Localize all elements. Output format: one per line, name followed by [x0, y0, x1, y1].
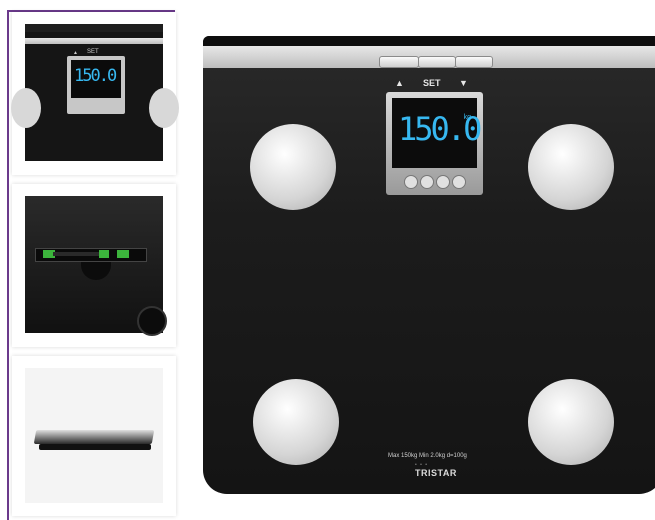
thumbnail-1-image: ▲ SET 150.0: [11, 24, 179, 161]
profile-button-3-icon: [436, 175, 450, 189]
thumb-set-label: SET: [87, 49, 99, 55]
electrode-pad-top-left: [250, 124, 336, 210]
display-unit: kg: [463, 114, 471, 121]
scale-button-right: [455, 56, 493, 68]
scale-top-edge: [203, 36, 655, 46]
electrode-pad-top-right: [528, 124, 614, 210]
thumb-display-value: 150.0: [74, 66, 117, 86]
scale-button-center: [418, 56, 456, 68]
brand-logo: TRISTAR: [415, 468, 457, 478]
profile-button-4-icon: [452, 175, 466, 189]
capacity-spec-text: Max 150kg Min 2.0kg d=100g: [388, 453, 467, 459]
profile-button-1-icon: [404, 175, 418, 189]
set-label: SET: [423, 78, 441, 88]
main-product-image: ▲ SET ▼ 150.0 kg Max 150kg Min 2.0kg d=1…: [203, 36, 655, 494]
thumbnail-3-image: [25, 368, 163, 503]
up-arrow-icon: ▲: [395, 78, 404, 88]
display-frame: 150.0 kg: [386, 92, 483, 195]
thumbnail-2[interactable]: [12, 184, 176, 347]
thumbnail-2-image: [25, 196, 167, 336]
electrode-pad-bottom-left: [253, 379, 339, 465]
electrode-pad-bottom-right: [528, 379, 614, 465]
thumbnail-1[interactable]: ▲ SET 150.0: [11, 12, 179, 175]
profile-button-2-icon: [420, 175, 434, 189]
thumbnail-3[interactable]: [12, 356, 176, 516]
thumb-up-arrow: ▲: [73, 50, 78, 56]
lcd-display: 150.0 kg: [392, 98, 482, 168]
scale-button-left: [379, 56, 419, 68]
thumbnail-strip: ▲ SET 150.0: [0, 0, 185, 520]
down-arrow-icon: ▼: [459, 78, 468, 88]
